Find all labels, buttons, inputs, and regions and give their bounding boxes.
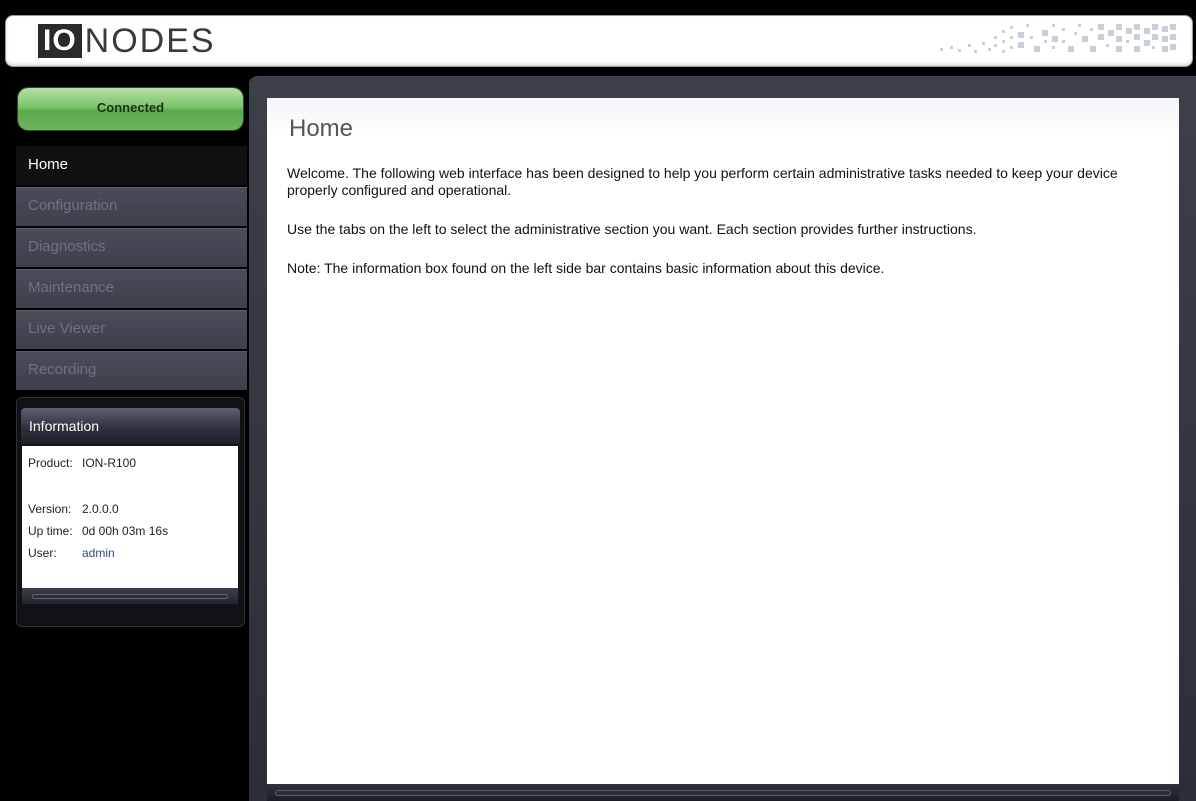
note-paragraph: Note: The information box found on the l… [287,260,885,276]
sidebar-nav: Home Configuration Diagnostics Maintenan… [16,146,247,392]
scrollbar[interactable] [32,594,228,599]
info-row-product: Product: ION-R100 [28,456,136,470]
nav-item-recording[interactable]: Recording [16,351,247,390]
information-panel-body: Product: ION-R100 Version: 2.0.0.0 Up time… [22,446,238,588]
nav-item-home[interactable]: Home [16,146,247,185]
info-row-version: Version: 2.0.0.0 [28,502,119,516]
nav-item-maintenance[interactable]: Maintenance [16,269,247,308]
info-value: 2.0.0.0 [82,502,119,516]
information-panel: Information Product: ION-R100 Version: 2.0… [16,397,245,627]
scrollbar[interactable] [275,790,1171,796]
info-label: Version: [28,502,72,516]
header-bar: IO NODES [5,15,1193,67]
nav-item-diagnostics[interactable]: Diagnostics [16,228,247,267]
logo-io-mark: IO [38,24,82,58]
logo-nodes-text: NODES [84,22,216,60]
connection-status-button[interactable]: Connected [18,88,243,130]
content-header-gradient [267,98,1179,138]
logo-io-text: IO [43,24,77,57]
info-value: ION-R100 [82,456,137,470]
info-row-user: User: admin [28,546,115,560]
info-value: 0d 00h 03m 16s [82,524,169,538]
decorative-dot-pattern [940,24,1176,53]
info-row-uptime: Up time: 0d 00h 03m 16s [28,524,168,538]
information-panel-title: Information [21,408,240,444]
info-label: User: [28,546,57,560]
bottom-scrollbar-area [267,784,1179,801]
info-label: Product: [28,456,73,470]
instructions-paragraph: Use the tabs on the left to select the a… [287,221,977,237]
nav-item-live-viewer[interactable]: Live Viewer [16,310,247,349]
page-title: Home [289,115,354,142]
main-content: Home Welcome. The following web interfac… [267,98,1179,784]
info-value-user: admin [82,546,115,560]
ionodes-logo: IO NODES [38,21,216,61]
information-panel-footer [22,588,238,604]
info-label: Up time: [28,524,73,538]
nav-item-configuration[interactable]: Configuration [16,187,247,226]
welcome-paragraph: Welcome. The following web interface has… [287,165,1118,198]
